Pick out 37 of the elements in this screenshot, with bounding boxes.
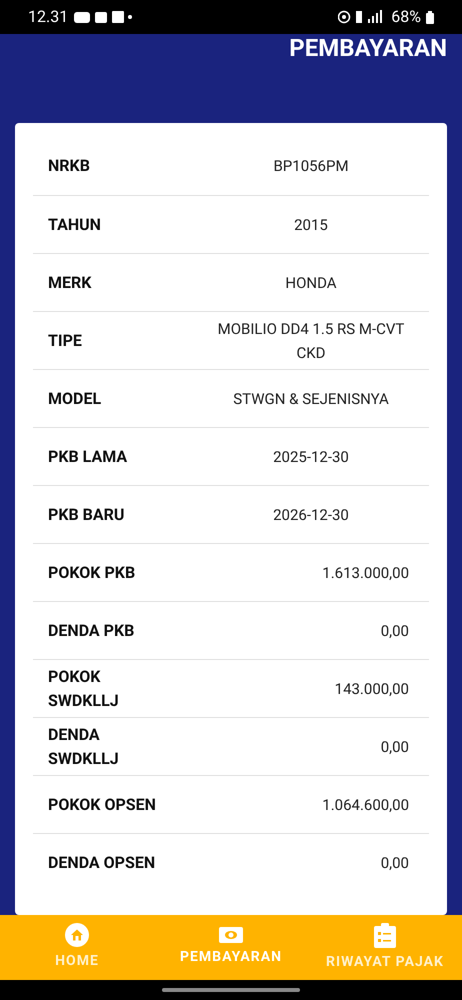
- detail-value: MOBILIO DD4 1.5 RS M-CVT CKD: [216, 318, 406, 364]
- detail-value: 1.613.000,00: [322, 562, 409, 584]
- detail-value: BP1056PM: [273, 156, 349, 177]
- detail-label: NRKB: [48, 155, 91, 177]
- clipboard-list-icon: [374, 922, 396, 948]
- detail-label: DENDA PKB: [48, 620, 136, 642]
- detail-label: MODEL: [48, 388, 102, 410]
- battery-percent: 68%: [391, 6, 421, 28]
- detail-label: MERK: [48, 272, 92, 294]
- nav-tab[interactable]: HOME: [0, 915, 154, 980]
- detail-value: 1.064.600,00: [322, 794, 409, 816]
- detail-label: PKB BARU: [48, 504, 126, 526]
- battery-icon: [426, 10, 434, 24]
- page-title: PEMBAYARAN: [289, 34, 447, 62]
- detail-value: 143.000,00: [334, 678, 409, 700]
- detail-value: STWGN & SEJENISNYA: [233, 388, 389, 410]
- detail-value: 2026-12-30: [273, 504, 349, 526]
- status-time: 12.31: [28, 6, 68, 28]
- detail-label: PKB LAMA: [48, 446, 128, 468]
- detail-value: 2025-12-30: [273, 446, 349, 468]
- detail-value: 2015: [294, 214, 328, 236]
- nav-tab[interactable]: RIWAYAT PAJAK: [308, 915, 462, 980]
- detail-label: DENDA OPSEN: [48, 852, 156, 874]
- detail-label: POKOK PKB: [48, 562, 136, 584]
- detail-label: POKOK OPSEN: [48, 794, 157, 816]
- detail-value: HONDA: [285, 272, 337, 294]
- detail-label: TIPE: [48, 330, 83, 352]
- detail-value: 0,00: [380, 736, 409, 758]
- home-icon: [65, 923, 89, 947]
- detail-value: 0,00: [380, 620, 409, 642]
- detail-label: POKOK SWDKLLJ: [48, 666, 120, 712]
- banknote-icon: [219, 927, 243, 943]
- detail-label: TAHUN: [48, 214, 102, 236]
- nav-tab[interactable]: PEMBAYARAN: [154, 915, 308, 980]
- detail-label: DENDA SWDKLLJ: [48, 724, 120, 770]
- notification-icons: [74, 10, 132, 24]
- detail-value: 0,00: [380, 852, 409, 874]
